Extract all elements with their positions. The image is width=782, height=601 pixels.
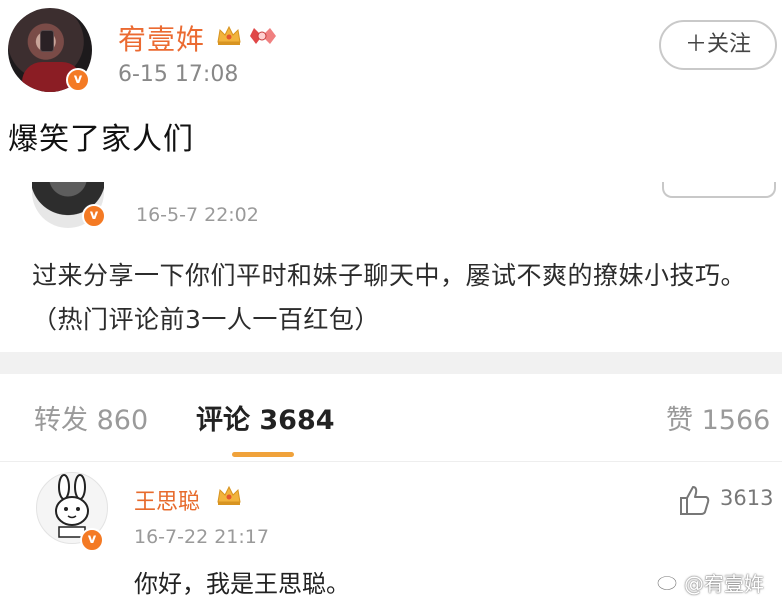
comment-text: 你好，我是王思聪。 <box>134 570 350 598</box>
cropped-follow-button <box>662 182 776 198</box>
comment-timestamp: 16-7-22 21:17 <box>134 526 269 548</box>
verified-badge-icon: v <box>80 528 104 552</box>
like-thumb-icon[interactable] <box>678 484 712 516</box>
tab-comments[interactable]: 评论 3684 <box>196 398 335 437</box>
crown-icon <box>217 485 241 505</box>
original-post-text: 过来分享一下你们平时和妹子聊天中，屡试不爽的撩妹小技巧。（热门评论前3一人一百红… <box>32 261 747 334</box>
crown-icon <box>217 25 241 45</box>
comment-like-count: 3613 <box>720 486 774 510</box>
tab-repost[interactable]: 转发 860 <box>34 398 148 437</box>
embedded-screenshot: v 16-5-7 22:02 过来分享一下你们平时和妹子聊天中，屡试不爽的撩妹小… <box>0 182 782 601</box>
post-text: 爆笑了家人们 <box>8 122 194 157</box>
verified-badge-icon: v <box>66 68 90 92</box>
author-username[interactable]: 宥壹姩 <box>118 18 205 58</box>
weibo-logo-icon <box>657 573 679 591</box>
avatar-phone <box>40 30 54 52</box>
active-tab-indicator <box>232 452 294 457</box>
section-divider <box>0 352 782 374</box>
award-badge-icon <box>250 28 276 44</box>
verified-badge-icon: v <box>82 204 106 228</box>
tab-divider <box>0 461 782 462</box>
follow-button[interactable]: ＋关注 <box>659 20 777 70</box>
original-post-timestamp: 16-5-7 22:02 <box>136 204 259 226</box>
commenter-name[interactable]: 王思聪 <box>134 484 200 516</box>
post-timestamp: 6-15 17:08 <box>118 62 239 87</box>
watermark-text: @宥壹姩 <box>684 572 764 596</box>
tab-likes[interactable]: 赞 1566 <box>666 398 770 437</box>
